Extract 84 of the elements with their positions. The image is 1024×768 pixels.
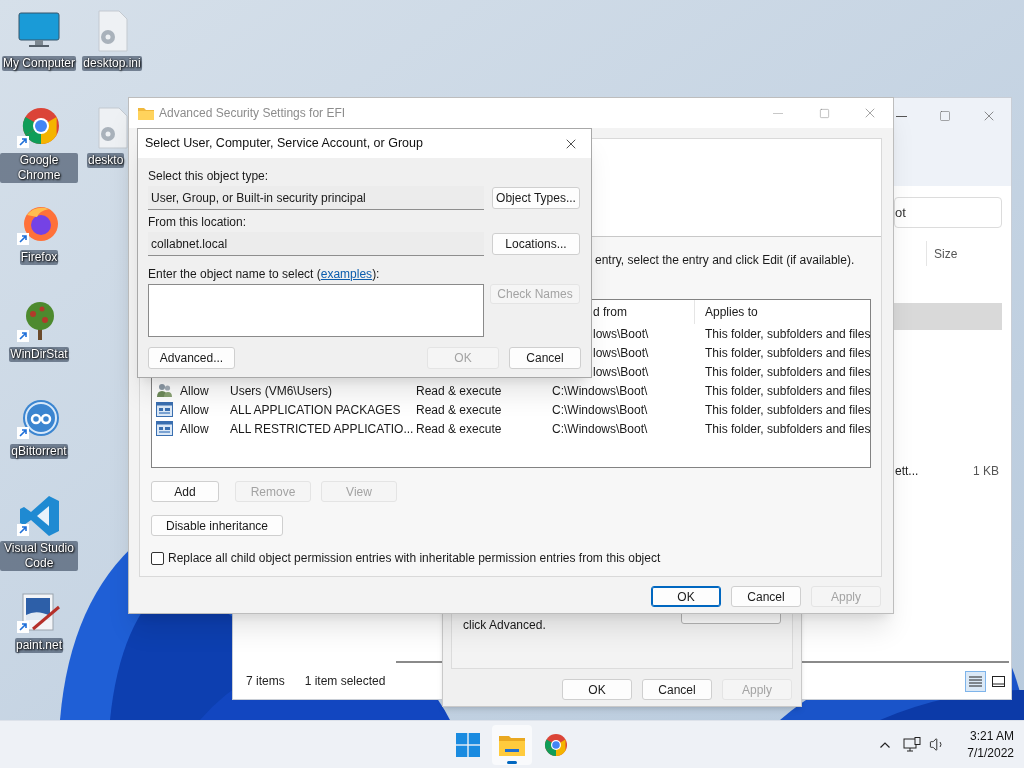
maximize-icon (939, 110, 951, 122)
clock[interactable]: 3:21 AM 7/1/2022 (958, 727, 1014, 762)
locations-button[interactable]: Locations... (492, 233, 580, 255)
item-count: 7 items (246, 673, 285, 690)
minimize-icon (773, 112, 783, 114)
desktop-icon-label[interactable]: WinDirStat (9, 347, 69, 362)
entry-button[interactable]: Add (151, 481, 219, 502)
table-cell-text: ALL APPLICATION PACKAGES (230, 401, 402, 419)
object-name-field[interactable] (148, 284, 484, 337)
ring-logo-icon (17, 397, 61, 441)
desktop-icon-label[interactable]: Visual Studio Code (0, 541, 78, 571)
folder-icon (138, 106, 154, 120)
table-cell-text: Allow (180, 420, 209, 438)
column-header[interactable]: Applies to (695, 303, 870, 321)
desktop-icon-label[interactable]: Firefox (19, 250, 59, 265)
users-icon (156, 383, 173, 398)
table-cell-text: This folder, subfolders and files (704, 401, 871, 419)
table-cell-text: lows\Boot\ (592, 325, 650, 343)
footer-button[interactable]: Cancel (642, 679, 712, 700)
network-icon[interactable] (903, 736, 921, 753)
app-window-icon (156, 421, 173, 436)
advanced-button[interactable]: Advanced... (148, 347, 235, 369)
tricolor-circle-icon (17, 106, 61, 150)
app-window-icon (156, 402, 173, 417)
table-cell-text: This folder, subfolders and files (704, 382, 871, 400)
tricolor-circle-icon (544, 732, 568, 757)
desktop-icon-label[interactable]: deskto (87, 153, 125, 168)
table-cell-text: This folder, subfolders and files (704, 363, 871, 381)
field-label: Select this object type: (148, 168, 270, 184)
selection-count: 1 item selected (304, 673, 386, 690)
object-type-field: User, Group, or Built-in security principal (148, 186, 484, 210)
examples-link[interactable]: examples (320, 267, 373, 281)
hint-text: click Advanced. (463, 617, 546, 634)
table-cell-text: Read & execute (416, 401, 503, 419)
table-cell-text: C:\Windows\Boot\ (552, 401, 649, 419)
desktop-icon-label[interactable]: Google Chrome (0, 153, 78, 183)
table-cell-text: C:\Windows\Boot\ (552, 382, 649, 400)
taskbar-app-button[interactable] (492, 724, 532, 765)
table-cell-text: Users (VM6\Users) (230, 382, 333, 400)
table-cell-text: Allow (180, 401, 209, 419)
ribbon-icon (17, 494, 61, 538)
windows-logo-icon (456, 732, 480, 757)
object-types-button[interactable]: Object Types... (492, 187, 580, 209)
tile-icon (992, 675, 1005, 687)
table-cell-text: ALL RESTRICTED APPLICATIO... (230, 420, 415, 438)
desktop-icon-label[interactable]: desktop.ini (82, 56, 142, 71)
field-label: From this location: (148, 214, 248, 230)
footer-button[interactable]: Cancel (731, 586, 801, 607)
instruction-text: entry, select the entry and click Edit (if available). (594, 252, 856, 268)
folder-icon (499, 733, 525, 756)
desktop-icon-label[interactable]: qBittorrent (10, 444, 68, 459)
list-icon (969, 675, 982, 687)
column-header[interactable]: Size (927, 244, 958, 263)
dialog-title: Select User, Computer, Service Account, or Group (145, 135, 423, 153)
disable-inheritance-button[interactable]: Disable inheritance (151, 515, 283, 536)
window-title: Advanced Security Settings for EFI (159, 105, 346, 122)
table-cell-text: This folder, subfolders and files (704, 325, 871, 343)
minimize-icon (895, 115, 907, 117)
table-cell-text: lows\Boot\ (592, 363, 650, 381)
file-size: 1 KB (973, 463, 999, 480)
file-name: ett... (895, 463, 919, 480)
desktop-icon-label[interactable]: paint.net (14, 638, 63, 653)
checkbox-label: Replace all child object permission entries with inheritable permission entries from this object (168, 550, 661, 567)
table-cell-text: This folder, subfolders and files (704, 420, 871, 438)
active-indicator (507, 760, 517, 764)
table-cell-text: This folder, subfolders and files (704, 344, 871, 362)
table-cell-text: Read & execute (416, 382, 503, 400)
details-view-button[interactable] (965, 670, 986, 692)
chevron-up-icon (880, 741, 890, 748)
table-cell-text: Read & execute (416, 420, 503, 438)
footer-button[interactable]: OK (651, 586, 721, 607)
search-field[interactable]: ot (894, 197, 1002, 228)
table-cell-text: C:\Windows\Boot\ (552, 420, 649, 438)
clock-date: 7/1/2022 (967, 744, 1014, 762)
location-field: collabnet.local (148, 232, 484, 256)
clock-time: 3:21 AM (969, 727, 1014, 745)
footer-button[interactable]: Cancel (509, 347, 581, 369)
footer-button[interactable]: OK (562, 679, 632, 700)
desktop-icon-label[interactable]: My Computer (2, 56, 76, 71)
field-label: Enter the object name to select (examples): (148, 266, 381, 282)
checkbox[interactable] (151, 551, 164, 565)
paint-picture-icon (17, 591, 61, 635)
table-cell-text: Allow (180, 382, 209, 400)
maximize-icon (818, 107, 830, 119)
